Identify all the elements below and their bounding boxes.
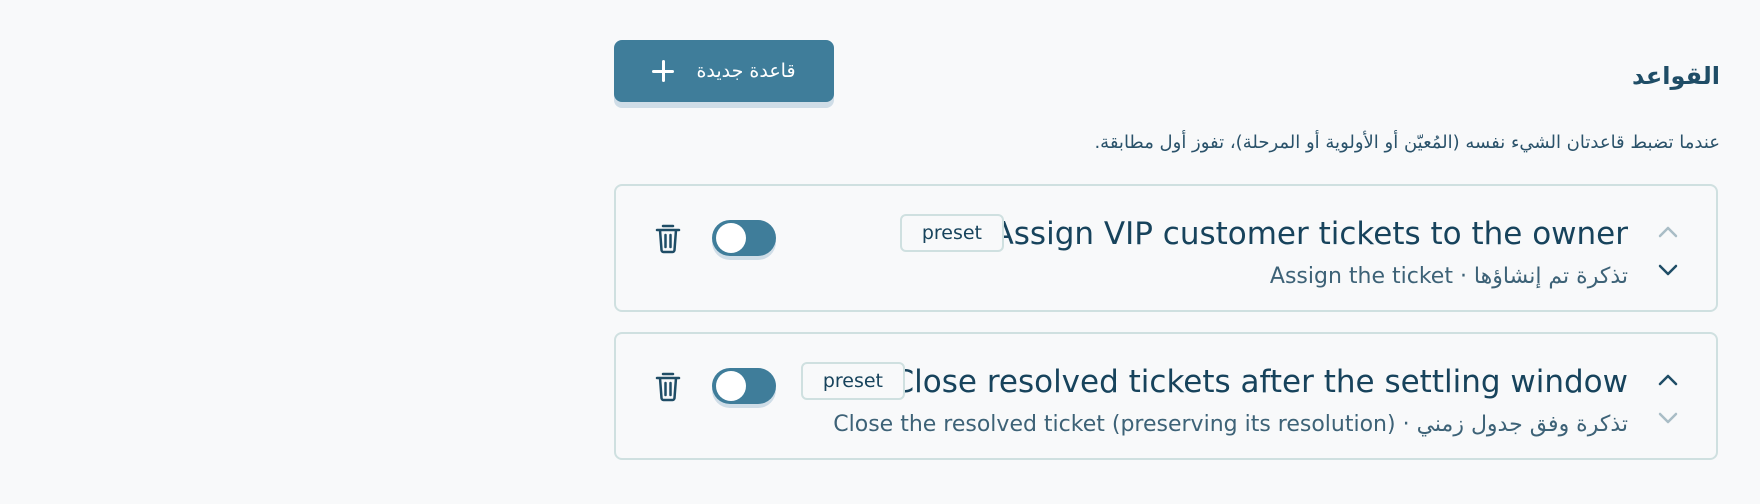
preset-badge: preset: [899, 214, 1004, 252]
rules-panel: قاعدة جديدة القواعد عندما تضبط قاعدتان ا…: [614, 0, 1720, 504]
rule-description: تذكرة تم إنشاؤها · Assign the ticket: [1269, 264, 1628, 289]
trash-icon[interactable]: [654, 370, 682, 402]
preset-badge: preset: [800, 362, 905, 400]
move-down-button[interactable]: [1656, 406, 1680, 430]
rule-name: Close resolved tickets after the settlin…: [892, 364, 1628, 400]
trash-icon[interactable]: [654, 222, 682, 254]
rules-subtitle: عندما تضبط قاعدتان الشيء نفسه (المُعيّن …: [1094, 132, 1720, 153]
rule-card: Close resolved tickets after the settlin…: [614, 332, 1718, 460]
plus-icon: [652, 60, 675, 82]
move-up-button[interactable]: [1656, 220, 1680, 244]
page-title: القواعد: [1631, 62, 1720, 90]
rule-enabled-toggle[interactable]: [712, 368, 776, 404]
chevron-up-icon: [1658, 226, 1678, 238]
toggle-knob: [716, 223, 746, 253]
rule-description: تذكرة وفق جدول زمني · Close the resolved…: [833, 412, 1628, 437]
move-down-button[interactable]: [1656, 258, 1680, 282]
reorder-controls: [1648, 362, 1688, 432]
chevron-down-icon: [1658, 264, 1678, 276]
rule-name: Assign VIP customer tickets to the owner: [992, 216, 1628, 252]
new-rule-button[interactable]: قاعدة جديدة: [614, 40, 834, 102]
rule-card: Assign VIP customer tickets to the owner…: [614, 184, 1718, 312]
toggle-knob: [716, 371, 746, 401]
chevron-up-icon: [1658, 374, 1678, 386]
rules-header: قاعدة جديدة القواعد: [614, 40, 1720, 110]
new-rule-label: قاعدة جديدة: [696, 60, 796, 82]
move-up-button[interactable]: [1656, 368, 1680, 392]
rule-enabled-toggle[interactable]: [712, 220, 776, 256]
chevron-down-icon: [1658, 412, 1678, 424]
reorder-controls: [1648, 214, 1688, 284]
